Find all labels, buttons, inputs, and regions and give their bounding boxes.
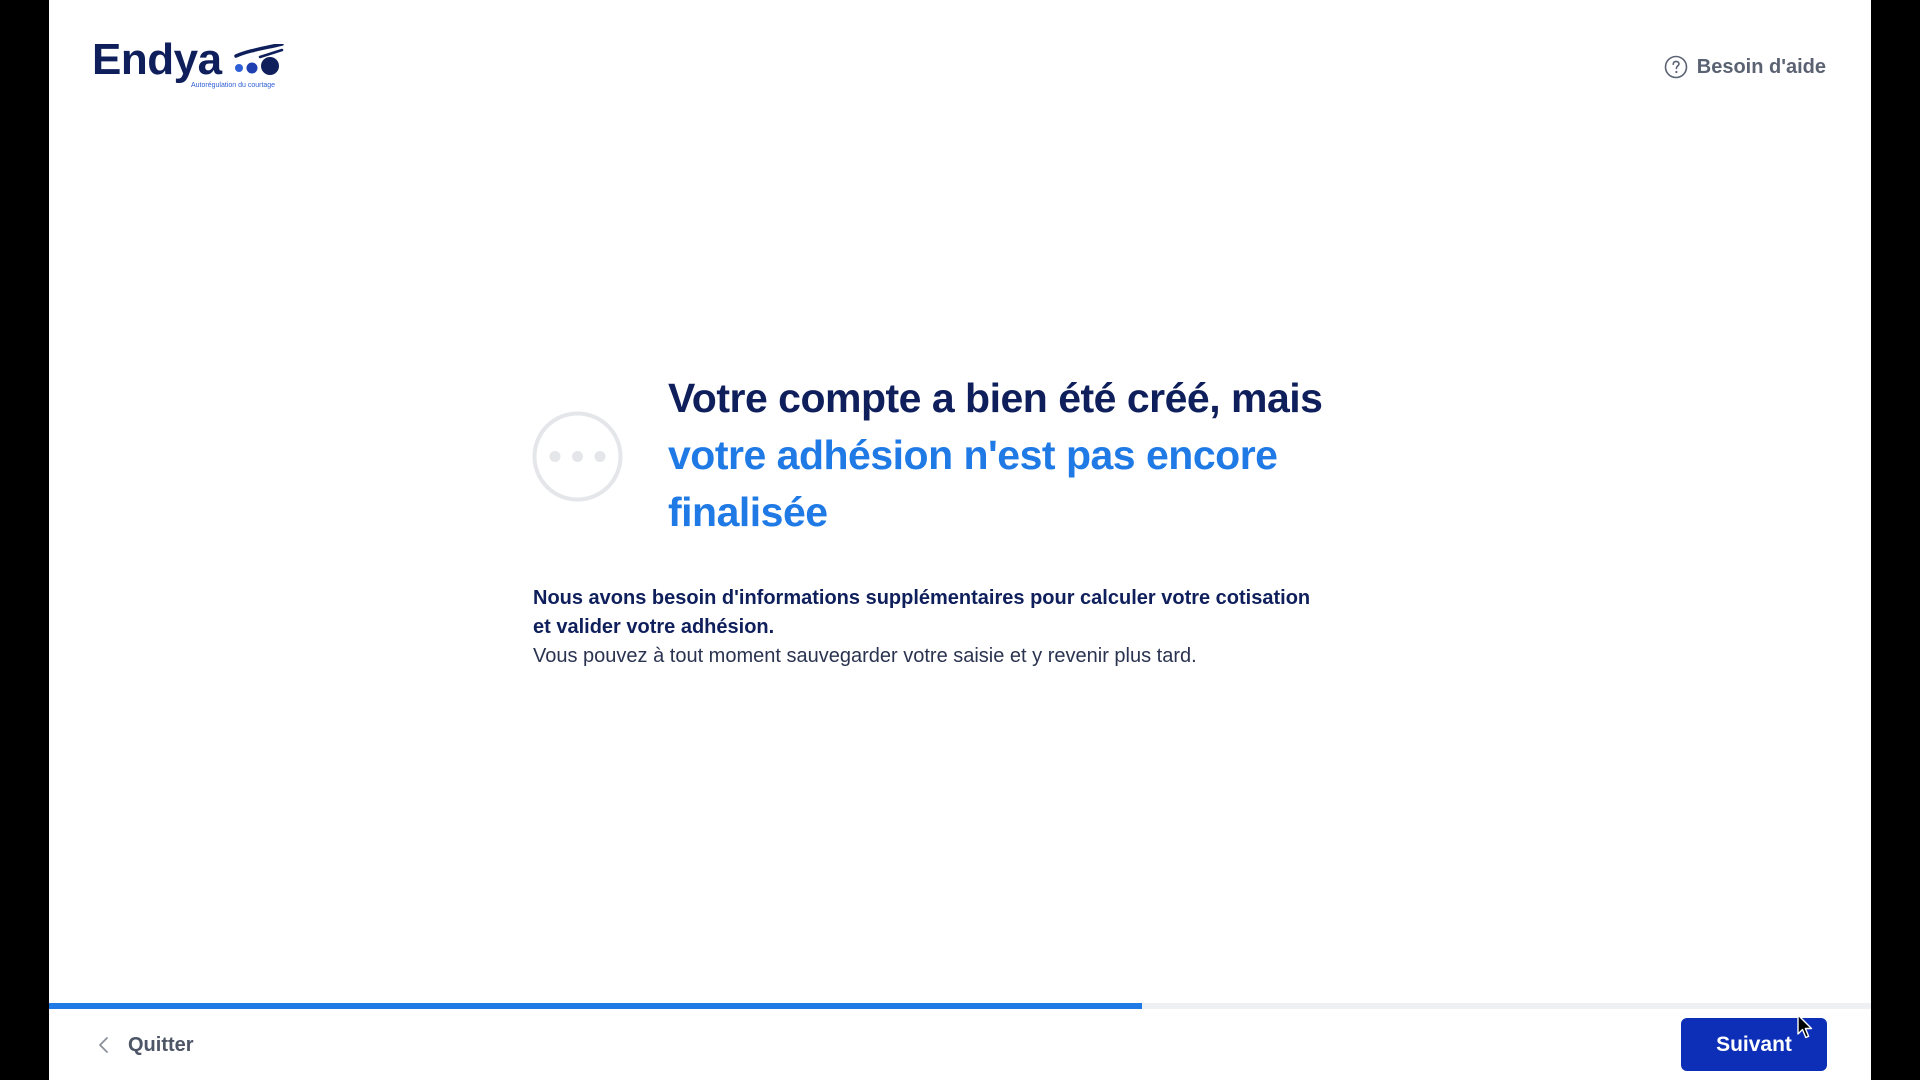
ellipsis-circle-icon	[532, 411, 623, 502]
help-label: Besoin d'aide	[1696, 55, 1826, 78]
logo-wordmark: Endya	[92, 35, 222, 84]
description-regular: Vous pouvez à tout moment sauvegarder vo…	[533, 645, 1197, 667]
logo-tagline: Autorégulation du courtage	[191, 82, 276, 89]
endya-logo[interactable]: Endya Autorégulation du courtage	[92, 38, 332, 96]
help-link[interactable]: Besoin d'aide	[1664, 54, 1826, 80]
title-line-3: finalisée	[668, 489, 828, 535]
quit-button[interactable]: Quitter	[96, 1030, 194, 1060]
description-bold: Nous avons besoin d'informations supplém…	[533, 587, 1311, 638]
question-circle-icon	[1664, 55, 1688, 79]
chevron-left-icon	[99, 1037, 108, 1053]
app-window: Endya Autorégulation du courtage Besoin …	[49, 0, 1871, 1080]
title-line-1: Votre compte a bien été créé, mais	[668, 375, 1323, 421]
quit-label: Quitter	[128, 1033, 194, 1056]
progress-bar-fill	[49, 1003, 1143, 1009]
page-title: Votre compte a bien été créé, mais votre…	[668, 370, 1428, 541]
title-line-2: votre adhésion n'est pas encore	[668, 432, 1278, 478]
mouse-cursor-icon	[1797, 1014, 1813, 1039]
progress-bar	[49, 1003, 1871, 1009]
description: Nous avons besoin d'informations supplém…	[533, 584, 1413, 671]
logo-mark-icon	[234, 44, 284, 75]
